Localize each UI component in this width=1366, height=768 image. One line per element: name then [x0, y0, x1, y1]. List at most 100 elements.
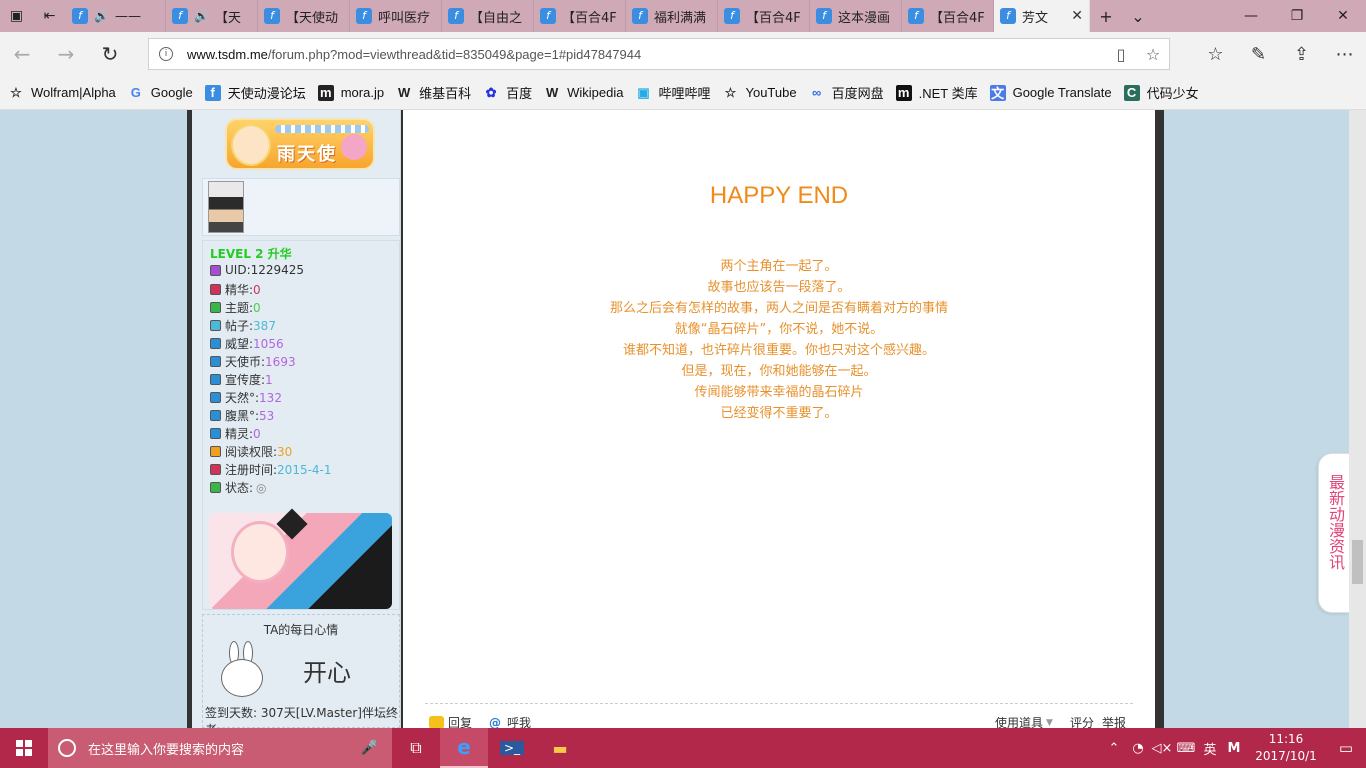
chevron-down-icon: ▼: [1046, 717, 1053, 728]
task-view-icon[interactable]: ⧉: [392, 728, 440, 768]
minimize-icon[interactable]: —: [1228, 0, 1274, 32]
favorite-link[interactable]: G Google: [128, 85, 193, 101]
browser-tab[interactable]: f 【天使动: [258, 0, 350, 32]
favorite-link[interactable]: f 天使动漫论坛: [204, 83, 306, 102]
forward-icon[interactable]: →: [44, 32, 88, 76]
reply-button[interactable]: 回复: [429, 714, 472, 728]
avatar[interactable]: [208, 181, 244, 233]
post-content: HAPPY END 两个主角在一起了。 故事也应该告一段落了。 那么之后会有怎样的故…: [403, 110, 1155, 728]
browser-tab[interactable]: f 🔊 【天: [166, 0, 258, 32]
close-tab-icon[interactable]: ✕: [1071, 8, 1083, 24]
stat-value[interactable]: 1229425: [251, 263, 304, 277]
tab-favicon-icon: f: [908, 8, 924, 24]
powershell-taskbar-icon[interactable]: >_: [488, 728, 536, 768]
site-info-icon[interactable]: i: [159, 47, 173, 61]
bilibili-icon: ▣: [637, 84, 650, 100]
keyboard-icon[interactable]: ⌨: [1174, 741, 1198, 756]
browser-tab[interactable]: f 【自由之: [442, 0, 534, 32]
close-window-icon[interactable]: ✕: [1320, 0, 1366, 32]
favorite-link[interactable]: C 代码少女: [1123, 83, 1199, 102]
favorite-link[interactable]: ☆ Wolfram|Alpha: [8, 85, 116, 101]
restore-icon[interactable]: ❐: [1274, 0, 1320, 32]
more-icon[interactable]: ⋯: [1323, 32, 1366, 76]
tab-title: ——: [114, 8, 141, 24]
volume-muted-icon[interactable]: ◁×: [1150, 741, 1174, 756]
page-scrollbar[interactable]: [1349, 110, 1366, 728]
browser-tab[interactable]: f 🔊 ——: [66, 0, 166, 32]
address-url[interactable]: www.tsdm.me/forum.php?mod=viewthread&tid…: [187, 47, 641, 62]
stat-value[interactable]: 53: [259, 409, 274, 423]
browser-tab[interactable]: f 【百合4F: [718, 0, 810, 32]
favorite-link[interactable]: m .NET 类库: [895, 83, 978, 102]
tab-favicon-icon: f: [540, 8, 556, 24]
microphone-icon[interactable]: 🎤: [361, 740, 378, 756]
browser-tab[interactable]: f 福利满满: [626, 0, 718, 32]
favorite-link[interactable]: W Wikipedia: [544, 85, 624, 101]
start-button[interactable]: [0, 728, 48, 768]
favorite-link[interactable]: ▣ 哔哩哔哩: [635, 83, 710, 102]
new-tab-button[interactable]: +: [1090, 0, 1122, 32]
stat-icon: [210, 392, 221, 403]
stat-value[interactable]: 2015-4-1: [277, 463, 331, 477]
stat-value[interactable]: 132: [259, 391, 282, 405]
stat-value[interactable]: 1056: [253, 337, 284, 351]
favorite-link[interactable]: ∞ 百度网盘: [809, 83, 884, 102]
cortana-search-box[interactable]: 在这里输入你要搜索的内容 🎤: [48, 728, 392, 768]
action-center-icon[interactable]: ▭: [1326, 739, 1366, 757]
stat-value[interactable]: 1: [265, 373, 273, 387]
reply-icon: [429, 716, 444, 728]
stat-value[interactable]: 387: [253, 319, 276, 333]
ime-indicator[interactable]: 英: [1198, 739, 1222, 758]
tabs-aside-icon[interactable]: ⇤: [33, 0, 66, 32]
call-button[interactable]: @ 呼我: [489, 714, 531, 729]
favorites-hub-icon[interactable]: ☆: [1194, 32, 1237, 76]
use-tools-button[interactable]: 使用道具 ▼: [995, 714, 1053, 728]
report-label: 举报: [1102, 716, 1127, 728]
favorite-link[interactable]: m mora.jp: [317, 84, 384, 101]
favorite-link[interactable]: ✿ 百度: [483, 83, 532, 102]
share-icon[interactable]: ⇪: [1280, 32, 1323, 76]
file-explorer-taskbar-icon[interactable]: ▬: [536, 728, 584, 768]
stat-value[interactable]: 0: [253, 301, 261, 315]
address-bar[interactable]: i www.tsdm.me/forum.php?mod=viewthread&t…: [148, 38, 1170, 70]
rate-button[interactable]: 评分: [1070, 714, 1094, 728]
wifi-icon[interactable]: ◔: [1126, 741, 1150, 756]
tab-audio-icon[interactable]: 🔊: [194, 9, 209, 23]
favorite-label: 天使动漫论坛: [227, 86, 306, 101]
post-line: 谁都不知道，也许碎片很重要。你也只对这个感兴趣。: [622, 343, 935, 358]
report-button[interactable]: 举报: [1102, 714, 1126, 728]
tab-manager-icon[interactable]: ▣: [0, 0, 33, 32]
favorite-star-icon[interactable]: ☆: [1137, 45, 1169, 64]
browser-tab[interactable]: f 呼叫医疗: [350, 0, 442, 32]
ime-mode-icon[interactable]: M: [1222, 741, 1246, 756]
tab-title: 【自由之: [470, 10, 523, 26]
web-note-icon[interactable]: ✎: [1237, 32, 1280, 76]
back-icon[interactable]: ←: [0, 32, 44, 76]
google-icon: G: [130, 85, 141, 100]
favorite-link[interactable]: 文 Google Translate: [989, 84, 1112, 101]
tab-audio-icon[interactable]: 🔊: [94, 9, 109, 23]
user-group-badge: 雨天使: [225, 118, 375, 170]
scrollbar-thumb[interactable]: [1352, 540, 1363, 584]
stat-value[interactable]: 0: [253, 427, 261, 441]
favorite-link[interactable]: W 维基百科: [396, 83, 471, 102]
clock[interactable]: 11:16 2017/10/1: [1246, 731, 1326, 765]
stat-label: 腹黑°:: [225, 409, 260, 423]
reading-view-icon[interactable]: ▯: [1105, 45, 1137, 64]
show-hidden-icons-chevron-icon[interactable]: ⌃: [1102, 741, 1126, 756]
stat-value[interactable]: 1693: [265, 355, 296, 369]
stat-value[interactable]: 0: [253, 283, 261, 297]
edge-taskbar-icon[interactable]: e: [440, 728, 488, 768]
browser-tab[interactable]: f 【百合4F: [902, 0, 994, 32]
news-side-tab[interactable]: 最新动漫资讯: [1318, 453, 1350, 613]
favorite-label: Wikipedia: [567, 85, 624, 100]
badge-label: 雨天使: [277, 144, 337, 165]
browser-tab[interactable]: f 这本漫画: [810, 0, 902, 32]
refresh-icon[interactable]: ↻: [88, 32, 132, 76]
favorite-link[interactable]: ☆ YouTube: [722, 85, 797, 101]
browser-tab[interactable]: f 【百合4F: [534, 0, 626, 32]
stat-value[interactable]: 30: [277, 445, 292, 459]
browser-tab[interactable]: f 芳文 ✕: [994, 0, 1090, 32]
tab-preview-chevron-icon[interactable]: ⌄: [1122, 0, 1154, 32]
stat-row: 威望: 1056: [210, 335, 284, 352]
